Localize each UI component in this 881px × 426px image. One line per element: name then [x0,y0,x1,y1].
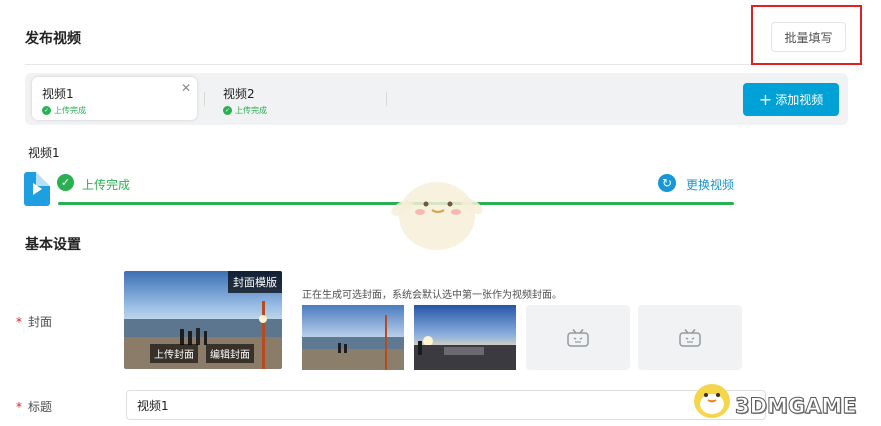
check-circle-icon: ✓ [223,106,232,115]
tab-video-2[interactable]: 视频2 ✓ 上传完成 [213,77,378,120]
add-video-button[interactable]: + 添加视频 [743,83,839,116]
tab-status-text: 上传完成 [235,106,267,115]
cover-option-placeholder-2 [638,305,742,370]
cover-template-badge[interactable]: 封面模版 [228,271,282,293]
check-circle-icon: ✓ [42,106,51,115]
replace-video-link[interactable]: 更换视频 [686,176,734,193]
cover-option-placeholder-1 [526,305,630,370]
cover-option-2[interactable] [414,305,516,370]
add-video-label: 添加视频 [775,93,824,107]
upload-status: 上传完成 [82,178,131,192]
tab-video-1[interactable]: 视频1 ✓ 上传完成 ✕ [32,77,197,120]
tab-status: ✓ 上传完成 [223,105,378,116]
tab-status: ✓ 上传完成 [42,105,197,116]
tab-separator [204,92,205,106]
video-tabs-bar: 视频1 ✓ 上传完成 ✕ 视频2 ✓ 上传完成 [25,73,848,125]
cover-preview[interactable]: 封面模版 上传封面 编辑封面 [124,271,282,369]
title-label: * 标题 [16,398,52,415]
edit-cover-button[interactable]: 编辑封面 [206,344,254,363]
required-mark: * [16,400,22,414]
cover-label: * 封面 [16,313,52,330]
video-file-icon [24,172,50,206]
tv-placeholder-icon [567,328,589,347]
upload-filename: 视频1 [28,146,60,160]
required-mark: * [16,315,22,329]
title-label-text: 标题 [28,400,53,414]
watermark-brand: 3DMGAME [735,394,858,419]
tab-name: 视频1 [42,87,74,101]
check-circle-icon: ✓ [57,174,74,191]
duck-mascot-icon [391,182,483,250]
section-title-basic-settings: 基本设置 [25,237,81,253]
beach-thumbnail [302,305,404,370]
refresh-icon[interactable]: ↻ [658,174,676,192]
top-divider [25,64,850,65]
cover-hint: 正在生成可选封面，系统会默认选中第一张作为视频封面。 [302,290,562,301]
tab-separator [386,92,387,106]
upload-cover-button[interactable]: 上传封面 [150,344,198,363]
sunset-thumbnail [414,305,516,370]
plus-icon: + [758,89,773,109]
cover-option-1[interactable] [302,305,404,370]
title-input[interactable] [126,390,766,420]
tab-name: 视频2 [223,87,255,101]
tv-placeholder-icon [679,328,701,347]
watermark-logo-icon [694,384,730,418]
batch-fill-button[interactable]: 批量填写 [771,22,846,52]
page-title: 发布视频 [25,31,81,47]
cover-label-text: 封面 [28,315,53,329]
close-icon[interactable]: ✕ [181,81,191,95]
tab-status-text: 上传完成 [54,106,86,115]
